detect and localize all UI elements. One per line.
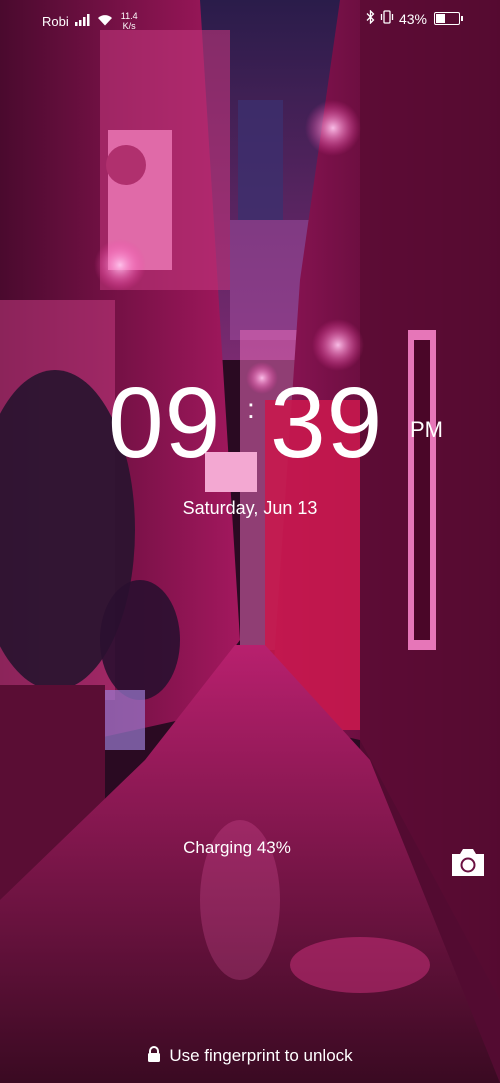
charging-status: Charging 43% — [183, 838, 291, 857]
battery-percent: 43% — [398, 10, 427, 27]
unlock-hint-text: Use fingerprint to unlock — [169, 1046, 353, 1065]
lockscreen-wallpaper — [0, 0, 500, 1083]
battery-level-fill — [436, 14, 445, 23]
signal-icon — [74, 13, 91, 29]
bluetooth-icon — [366, 9, 375, 27]
status-bar-left: Robi 11.4 K/s — [42, 11, 138, 31]
lockscreen-date: Saturday, Jun 13 — [182, 498, 318, 518]
clock-hours: 09 — [108, 367, 222, 479]
clock-separator: : — [247, 393, 255, 424]
vibrate-icon — [379, 10, 395, 27]
unlock-hint: Use fingerprint to unlock — [0, 1046, 500, 1068]
camera-shortcut-button[interactable] — [449, 846, 487, 880]
camera-icon — [452, 849, 484, 876]
clock-minutes: 39 — [270, 367, 384, 479]
battery-icon — [434, 12, 463, 25]
lockscreen-clock: 09 : 39 PM — [0, 368, 500, 478]
status-bar-right: 43% — [366, 9, 463, 27]
wifi-icon — [97, 14, 113, 29]
clock-period: PM — [410, 417, 443, 442]
lock-icon — [147, 1046, 161, 1068]
network-speed-value: 11.4 — [120, 11, 138, 21]
network-speed-unit: K/s — [122, 21, 136, 31]
network-speed: 11.4 K/s — [121, 11, 138, 31]
status-bar: Robi 11.4 K/s 43% — [0, 0, 500, 38]
carrier-name: Robi — [42, 13, 69, 29]
